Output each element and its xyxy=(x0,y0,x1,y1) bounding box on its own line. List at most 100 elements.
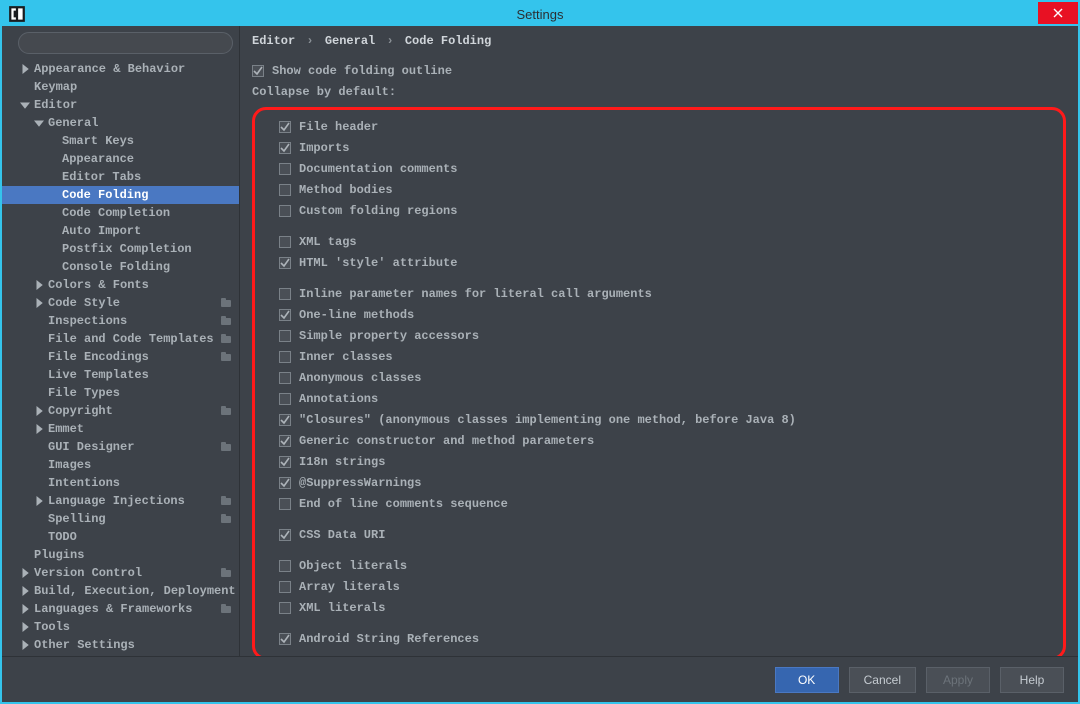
folding-option-checkbox[interactable] xyxy=(279,205,291,217)
show-outline-checkbox[interactable] xyxy=(252,65,264,77)
tree-item[interactable]: Editor Tabs xyxy=(2,168,239,186)
folding-option-row[interactable]: Inner classes xyxy=(261,346,1053,367)
chevron-right-icon[interactable] xyxy=(20,64,30,74)
close-button[interactable] xyxy=(1038,2,1078,24)
tree-item[interactable]: Keymap xyxy=(2,78,239,96)
folding-option-checkbox[interactable] xyxy=(279,142,291,154)
folding-option-row[interactable]: @SuppressWarnings xyxy=(261,472,1053,493)
search-input[interactable] xyxy=(18,32,233,54)
tree-item[interactable]: Smart Keys xyxy=(2,132,239,150)
tree-item[interactable]: File and Code Templates xyxy=(2,330,239,348)
chevron-right-icon[interactable] xyxy=(34,496,44,506)
folding-option-row[interactable]: Anonymous classes xyxy=(261,367,1053,388)
chevron-right-icon[interactable] xyxy=(20,568,30,578)
folding-option-checkbox[interactable] xyxy=(279,435,291,447)
chevron-right-icon[interactable] xyxy=(34,298,44,308)
folding-option-row[interactable]: HTML 'style' attribute xyxy=(261,252,1053,273)
folding-option-checkbox[interactable] xyxy=(279,581,291,593)
folding-option-row[interactable]: Documentation comments xyxy=(261,158,1053,179)
tree-item[interactable]: Code Completion xyxy=(2,204,239,222)
folding-option-row[interactable]: XML tags xyxy=(261,231,1053,252)
folding-option-row[interactable]: Object literals xyxy=(261,555,1053,576)
folding-option-row[interactable]: Custom folding regions xyxy=(261,200,1053,221)
tree-item[interactable]: Other Settings xyxy=(2,636,239,654)
tree-item[interactable]: Build, Execution, Deployment xyxy=(2,582,239,600)
folding-option-row[interactable]: Array literals xyxy=(261,576,1053,597)
tree-item[interactable]: Postfix Completion xyxy=(2,240,239,258)
folding-option-checkbox[interactable] xyxy=(279,257,291,269)
folding-option-checkbox[interactable] xyxy=(279,184,291,196)
folding-option-checkbox[interactable] xyxy=(279,633,291,645)
chevron-right-icon[interactable] xyxy=(34,280,44,290)
chevron-right-icon[interactable] xyxy=(34,406,44,416)
folding-option-row[interactable]: Method bodies xyxy=(261,179,1053,200)
tree-item[interactable]: Language Injections xyxy=(2,492,239,510)
folding-option-row[interactable]: File header xyxy=(261,116,1053,137)
folding-option-checkbox[interactable] xyxy=(279,330,291,342)
tree-item[interactable]: Appearance xyxy=(2,150,239,168)
folding-option-checkbox[interactable] xyxy=(279,414,291,426)
help-button[interactable]: Help xyxy=(1000,667,1064,693)
chevron-down-icon[interactable] xyxy=(34,118,44,128)
folding-option-row[interactable]: Android String References xyxy=(261,628,1053,649)
tree-item[interactable]: Code Folding xyxy=(2,186,239,204)
settings-tree[interactable]: Appearance & BehaviorKeymapEditorGeneral… xyxy=(2,58,239,656)
folding-option-row[interactable]: Generic constructor and method parameter… xyxy=(261,430,1053,451)
tree-item[interactable]: Emmet xyxy=(2,420,239,438)
cancel-button[interactable]: Cancel xyxy=(849,667,916,693)
folding-option-checkbox[interactable] xyxy=(279,477,291,489)
chevron-right-icon[interactable] xyxy=(20,640,30,650)
tree-item[interactable]: General xyxy=(2,114,239,132)
tree-item[interactable]: Tools xyxy=(2,618,239,636)
folding-option-checkbox[interactable] xyxy=(279,560,291,572)
folding-option-checkbox[interactable] xyxy=(279,309,291,321)
folding-option-row[interactable]: CSS Data URI xyxy=(261,524,1053,545)
apply-button[interactable]: Apply xyxy=(926,667,990,693)
folding-option-checkbox[interactable] xyxy=(279,236,291,248)
tree-item[interactable]: Languages & Frameworks xyxy=(2,600,239,618)
chevron-right-icon[interactable] xyxy=(20,586,30,596)
folding-option-row[interactable]: Simple property accessors xyxy=(261,325,1053,346)
folding-option-row[interactable]: I18n strings xyxy=(261,451,1053,472)
folding-option-row[interactable]: Annotations xyxy=(261,388,1053,409)
folding-option-row[interactable]: End of line comments sequence xyxy=(261,493,1053,514)
tree-item[interactable]: Version Control xyxy=(2,564,239,582)
tree-item[interactable]: Auto Import xyxy=(2,222,239,240)
tree-item[interactable]: Images xyxy=(2,456,239,474)
folding-option-row[interactable]: Inline parameter names for literal call … xyxy=(261,283,1053,304)
tree-item[interactable]: File Types xyxy=(2,384,239,402)
ok-button[interactable]: OK xyxy=(775,667,839,693)
tree-item[interactable]: TODO xyxy=(2,528,239,546)
chevron-down-icon[interactable] xyxy=(20,100,30,110)
tree-item[interactable]: Console Folding xyxy=(2,258,239,276)
folding-option-checkbox[interactable] xyxy=(279,372,291,384)
tree-item[interactable]: Spelling xyxy=(2,510,239,528)
folding-option-checkbox[interactable] xyxy=(279,529,291,541)
folding-option-checkbox[interactable] xyxy=(279,351,291,363)
tree-item[interactable]: Appearance & Behavior xyxy=(2,60,239,78)
tree-item[interactable]: Editor xyxy=(2,96,239,114)
tree-item[interactable]: Inspections xyxy=(2,312,239,330)
tree-item[interactable]: Intentions xyxy=(2,474,239,492)
tree-item[interactable]: Copyright xyxy=(2,402,239,420)
folding-option-checkbox[interactable] xyxy=(279,163,291,175)
folding-option-checkbox[interactable] xyxy=(279,602,291,614)
folding-option-checkbox[interactable] xyxy=(279,498,291,510)
tree-item[interactable]: Live Templates xyxy=(2,366,239,384)
folding-option-row[interactable]: "Closures" (anonymous classes implementi… xyxy=(261,409,1053,430)
chevron-right-icon[interactable] xyxy=(20,622,30,632)
folding-option-row[interactable]: One-line methods xyxy=(261,304,1053,325)
folding-option-checkbox[interactable] xyxy=(279,121,291,133)
folding-option-row[interactable]: Imports xyxy=(261,137,1053,158)
folding-option-checkbox[interactable] xyxy=(279,456,291,468)
tree-item[interactable]: File Encodings xyxy=(2,348,239,366)
chevron-right-icon[interactable] xyxy=(20,604,30,614)
tree-item[interactable]: Code Style xyxy=(2,294,239,312)
folding-option-checkbox[interactable] xyxy=(279,393,291,405)
tree-item[interactable]: GUI Designer xyxy=(2,438,239,456)
show-outline-row[interactable]: Show code folding outline xyxy=(252,60,1066,81)
folding-option-checkbox[interactable] xyxy=(279,288,291,300)
tree-item[interactable]: Colors & Fonts xyxy=(2,276,239,294)
folding-option-row[interactable]: XML literals xyxy=(261,597,1053,618)
chevron-right-icon[interactable] xyxy=(34,424,44,434)
